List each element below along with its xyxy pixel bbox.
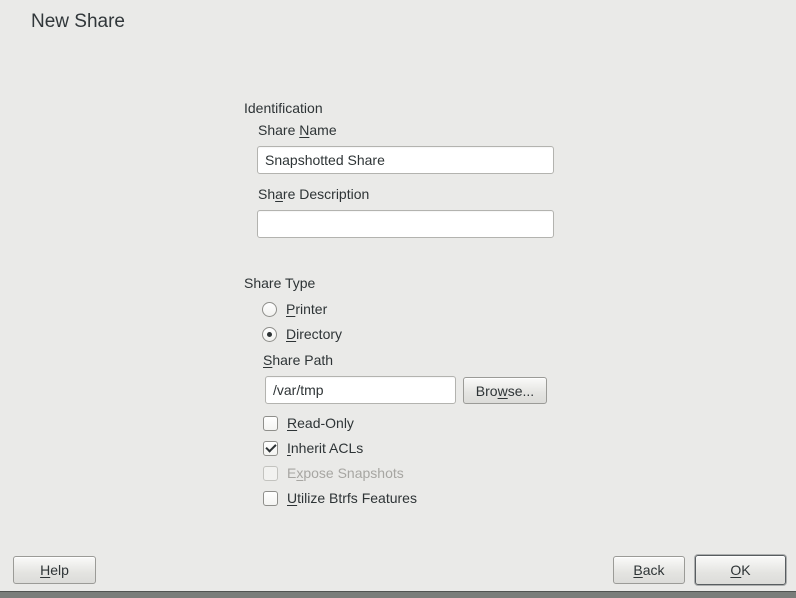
window-bottom-edge [0, 591, 796, 598]
directory-radio-row[interactable]: Directory [262, 326, 342, 342]
dialog-title: New Share [31, 11, 125, 33]
inherit-acls-label: Inherit ACLs [287, 440, 363, 456]
inherit-acls-checkbox[interactable] [263, 441, 278, 456]
identification-section-header: Identification [244, 100, 323, 116]
share-name-label: Share Name [258, 122, 337, 138]
directory-radio-label: Directory [286, 326, 342, 342]
checkmark-icon [265, 441, 276, 452]
read-only-checkbox-row[interactable]: Read-Only [263, 415, 354, 431]
printer-radio-label: Printer [286, 301, 327, 317]
read-only-label: Read-Only [287, 415, 354, 431]
printer-radio-row[interactable]: Printer [262, 301, 327, 317]
printer-radio-button[interactable] [262, 302, 277, 317]
share-description-input[interactable] [257, 210, 554, 238]
expose-snapshots-checkbox [263, 466, 278, 481]
radio-dot-icon [267, 332, 272, 337]
expose-snapshots-checkbox-row: Expose Snapshots [263, 465, 404, 481]
utilize-btrfs-features-label: Utilize Btrfs Features [287, 490, 417, 506]
share-name-input[interactable] [257, 146, 554, 174]
help-button[interactable]: Help [13, 556, 96, 584]
share-type-section-header: Share Type [244, 275, 315, 291]
expose-snapshots-label: Expose Snapshots [287, 465, 404, 481]
directory-radio-button[interactable] [262, 327, 277, 342]
share-path-input[interactable] [265, 376, 456, 404]
share-description-label: Share Description [258, 186, 369, 202]
browse-button[interactable]: Browse... [463, 377, 547, 404]
utilize-btrfs-features-checkbox-row[interactable]: Utilize Btrfs Features [263, 490, 417, 506]
new-share-dialog: { "window": { "title": "New Share" }, "f… [0, 0, 796, 598]
back-button[interactable]: Back [613, 556, 685, 584]
read-only-checkbox[interactable] [263, 416, 278, 431]
inherit-acls-checkbox-row[interactable]: Inherit ACLs [263, 440, 363, 456]
ok-button[interactable]: OK [695, 555, 786, 585]
utilize-btrfs-features-checkbox[interactable] [263, 491, 278, 506]
share-path-label: Share Path [263, 352, 333, 368]
